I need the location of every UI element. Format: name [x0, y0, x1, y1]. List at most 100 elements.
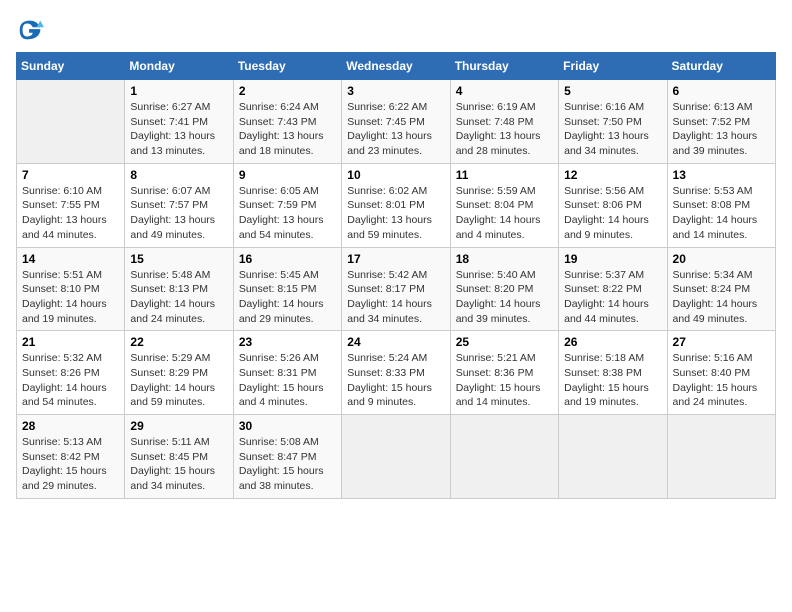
- day-number: 27: [673, 335, 770, 349]
- day-number: 12: [564, 168, 661, 182]
- calendar-week-row: 28Sunrise: 5:13 AM Sunset: 8:42 PM Dayli…: [17, 415, 776, 499]
- day-info: Sunrise: 5:45 AM Sunset: 8:15 PM Dayligh…: [239, 268, 336, 327]
- day-number: 11: [456, 168, 553, 182]
- calendar-table: SundayMondayTuesdayWednesdayThursdayFrid…: [16, 52, 776, 499]
- logo: [16, 16, 48, 44]
- day-number: 30: [239, 419, 336, 433]
- day-number: 26: [564, 335, 661, 349]
- calendar-cell: 9Sunrise: 6:05 AM Sunset: 7:59 PM Daylig…: [233, 163, 341, 247]
- calendar-cell: 7Sunrise: 6:10 AM Sunset: 7:55 PM Daylig…: [17, 163, 125, 247]
- day-info: Sunrise: 5:53 AM Sunset: 8:08 PM Dayligh…: [673, 184, 770, 243]
- day-info: Sunrise: 6:05 AM Sunset: 7:59 PM Dayligh…: [239, 184, 336, 243]
- column-header-tuesday: Tuesday: [233, 53, 341, 80]
- day-info: Sunrise: 6:13 AM Sunset: 7:52 PM Dayligh…: [673, 100, 770, 159]
- column-header-friday: Friday: [559, 53, 667, 80]
- calendar-cell: 29 Sunrise: 5:11 AM Sunset: 8:45 PM Dayli…: [125, 415, 233, 499]
- calendar-cell: 15Sunrise: 5:48 AM Sunset: 8:13 PM Dayli…: [125, 247, 233, 331]
- day-number: 4: [456, 84, 553, 98]
- calendar-header-row: SundayMondayTuesdayWednesdayThursdayFrid…: [17, 53, 776, 80]
- column-header-monday: Monday: [125, 53, 233, 80]
- calendar-cell: [17, 80, 125, 164]
- calendar-cell: 18 Sunrise: 5:40 AM Sunset: 8:20 PM Dayli…: [450, 247, 558, 331]
- day-info: Sunrise: 6:22 AM Sunset: 7:45 PM Dayligh…: [347, 100, 444, 159]
- day-number: 29: [130, 419, 227, 433]
- calendar-cell: [450, 415, 558, 499]
- day-info: Sunrise: 5:08 AM Sunset: 8:47 PM Dayligh…: [239, 435, 336, 494]
- calendar-cell: 3 Sunrise: 6:22 AM Sunset: 7:45 PM Daylig…: [342, 80, 450, 164]
- calendar-cell: 11 Sunrise: 5:59 AM Sunset: 8:04 PM Dayli…: [450, 163, 558, 247]
- calendar-cell: 14 Sunrise: 5:51 AM Sunset: 8:10 PM Dayli…: [17, 247, 125, 331]
- day-info: Sunrise: 5:40 AM Sunset: 8:20 PM Dayligh…: [456, 268, 553, 327]
- day-info: Sunrise: 5:32 AM Sunset: 8:26 PM Dayligh…: [22, 351, 119, 410]
- calendar-cell: 30 Sunrise: 5:08 AM Sunset: 8:47 PM Dayli…: [233, 415, 341, 499]
- column-header-thursday: Thursday: [450, 53, 558, 80]
- calendar-cell: 8 Sunrise: 6:07 AM Sunset: 7:57 PM Daylig…: [125, 163, 233, 247]
- calendar-cell: [559, 415, 667, 499]
- day-info: Sunrise: 6:10 AM Sunset: 7:55 PM Dayligh…: [22, 184, 119, 243]
- day-number: 24: [347, 335, 444, 349]
- day-number: 21: [22, 335, 119, 349]
- day-number: 28: [22, 419, 119, 433]
- day-info: Sunrise: 5:16 AM Sunset: 8:40 PM Dayligh…: [673, 351, 770, 410]
- day-number: 16: [239, 252, 336, 266]
- day-number: 20: [673, 252, 770, 266]
- day-number: 2: [239, 84, 336, 98]
- calendar-week-row: 1 Sunrise: 6:27 AM Sunset: 7:41 PM Daylig…: [17, 80, 776, 164]
- calendar-cell: 4 Sunrise: 6:19 AM Sunset: 7:48 PM Daylig…: [450, 80, 558, 164]
- calendar-cell: 22 Sunrise: 5:29 AM Sunset: 8:29 PM Dayli…: [125, 331, 233, 415]
- day-info: Sunrise: 5:26 AM Sunset: 8:31 PM Dayligh…: [239, 351, 336, 410]
- day-info: Sunrise: 5:21 AM Sunset: 8:36 PM Dayligh…: [456, 351, 553, 410]
- logo-icon: [16, 16, 44, 44]
- calendar-cell: 23 Sunrise: 5:26 AM Sunset: 8:31 PM Dayli…: [233, 331, 341, 415]
- day-number: 5: [564, 84, 661, 98]
- day-number: 10: [347, 168, 444, 182]
- day-info: Sunrise: 5:11 AM Sunset: 8:45 PM Dayligh…: [130, 435, 227, 494]
- day-info: Sunrise: 6:27 AM Sunset: 7:41 PM Dayligh…: [130, 100, 227, 159]
- day-info: Sunrise: 5:24 AM Sunset: 8:33 PM Dayligh…: [347, 351, 444, 410]
- day-info: Sunrise: 5:29 AM Sunset: 8:29 PM Dayligh…: [130, 351, 227, 410]
- day-info: Sunrise: 5:18 AM Sunset: 8:38 PM Dayligh…: [564, 351, 661, 410]
- day-number: 19: [564, 252, 661, 266]
- day-info: Sunrise: 5:56 AM Sunset: 8:06 PM Dayligh…: [564, 184, 661, 243]
- day-info: Sunrise: 6:19 AM Sunset: 7:48 PM Dayligh…: [456, 100, 553, 159]
- calendar-cell: 19 Sunrise: 5:37 AM Sunset: 8:22 PM Dayli…: [559, 247, 667, 331]
- column-header-sunday: Sunday: [17, 53, 125, 80]
- day-info: Sunrise: 5:59 AM Sunset: 8:04 PM Dayligh…: [456, 184, 553, 243]
- calendar-cell: 17Sunrise: 5:42 AM Sunset: 8:17 PM Dayli…: [342, 247, 450, 331]
- calendar-cell: 6 Sunrise: 6:13 AM Sunset: 7:52 PM Daylig…: [667, 80, 775, 164]
- day-number: 25: [456, 335, 553, 349]
- day-number: 1: [130, 84, 227, 98]
- day-info: Sunrise: 5:51 AM Sunset: 8:10 PM Dayligh…: [22, 268, 119, 327]
- calendar-cell: 12 Sunrise: 5:56 AM Sunset: 8:06 PM Dayli…: [559, 163, 667, 247]
- day-info: Sunrise: 6:07 AM Sunset: 7:57 PM Dayligh…: [130, 184, 227, 243]
- day-number: 8: [130, 168, 227, 182]
- calendar-cell: 13 Sunrise: 5:53 AM Sunset: 8:08 PM Dayli…: [667, 163, 775, 247]
- day-info: Sunrise: 6:16 AM Sunset: 7:50 PM Dayligh…: [564, 100, 661, 159]
- calendar-cell: 2 Sunrise: 6:24 AM Sunset: 7:43 PM Daylig…: [233, 80, 341, 164]
- day-info: Sunrise: 5:48 AM Sunset: 8:13 PM Dayligh…: [130, 268, 227, 327]
- calendar-week-row: 7Sunrise: 6:10 AM Sunset: 7:55 PM Daylig…: [17, 163, 776, 247]
- day-number: 22: [130, 335, 227, 349]
- calendar-cell: 26 Sunrise: 5:18 AM Sunset: 8:38 PM Dayli…: [559, 331, 667, 415]
- calendar-cell: 5 Sunrise: 6:16 AM Sunset: 7:50 PM Daylig…: [559, 80, 667, 164]
- day-number: 13: [673, 168, 770, 182]
- calendar-cell: [667, 415, 775, 499]
- calendar-cell: [342, 415, 450, 499]
- calendar-cell: 16 Sunrise: 5:45 AM Sunset: 8:15 PM Dayli…: [233, 247, 341, 331]
- day-info: Sunrise: 5:34 AM Sunset: 8:24 PM Dayligh…: [673, 268, 770, 327]
- column-header-wednesday: Wednesday: [342, 53, 450, 80]
- day-number: 3: [347, 84, 444, 98]
- day-number: 14: [22, 252, 119, 266]
- day-info: Sunrise: 5:37 AM Sunset: 8:22 PM Dayligh…: [564, 268, 661, 327]
- calendar-cell: 24 Sunrise: 5:24 AM Sunset: 8:33 PM Dayli…: [342, 331, 450, 415]
- day-info: Sunrise: 5:42 AM Sunset: 8:17 PM Dayligh…: [347, 268, 444, 327]
- calendar-week-row: 14 Sunrise: 5:51 AM Sunset: 8:10 PM Dayli…: [17, 247, 776, 331]
- calendar-week-row: 21 Sunrise: 5:32 AM Sunset: 8:26 PM Dayli…: [17, 331, 776, 415]
- day-number: 23: [239, 335, 336, 349]
- day-info: Sunrise: 6:24 AM Sunset: 7:43 PM Dayligh…: [239, 100, 336, 159]
- day-info: Sunrise: 6:02 AM Sunset: 8:01 PM Dayligh…: [347, 184, 444, 243]
- calendar-cell: 1 Sunrise: 6:27 AM Sunset: 7:41 PM Daylig…: [125, 80, 233, 164]
- day-number: 6: [673, 84, 770, 98]
- column-header-saturday: Saturday: [667, 53, 775, 80]
- day-number: 18: [456, 252, 553, 266]
